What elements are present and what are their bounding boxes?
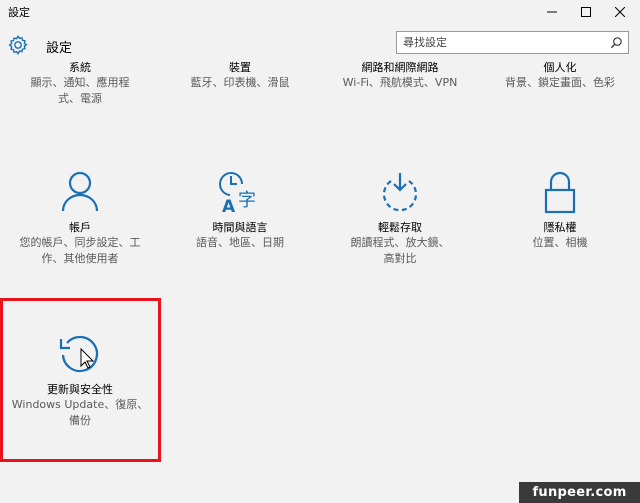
category-name: 輕鬆存取 — [378, 221, 422, 234]
category-ease-of-access[interactable]: 輕鬆存取 朗讀程式、放大鏡、高對比 — [335, 170, 465, 267]
category-desc: Wi-Fi、飛航模式、VPN — [342, 76, 458, 89]
category-privacy[interactable]: 隱私權 位置、相機 — [495, 170, 625, 251]
person-icon — [61, 171, 99, 212]
page-title: 設定 — [46, 41, 73, 56]
maximize-icon — [581, 7, 591, 17]
category-network[interactable]: 網路和網際網路 Wi-Fi、飛航模式、VPN — [330, 60, 470, 91]
category-desc: 位置、相機 — [532, 236, 588, 249]
window-title: 設定 — [8, 6, 30, 19]
category-system[interactable]: 系統 顯示、通知、應用程式、電源 — [20, 60, 140, 107]
category-name: 裝置 — [229, 61, 251, 74]
minimize-icon — [547, 11, 557, 13]
svg-text:A: A — [222, 197, 236, 214]
category-name: 網路和網際網路 — [361, 61, 439, 74]
category-name: 個人化 — [543, 61, 577, 74]
category-name: 帳戶 — [69, 221, 91, 234]
title-bar: 設定 — [0, 0, 640, 24]
time-language-icon: A 字 — [219, 172, 256, 214]
search-input[interactable] — [403, 34, 603, 51]
category-devices[interactable]: 裝置 藍牙、印表機、滑鼠 — [180, 60, 300, 91]
settings-header: 設定 — [0, 28, 640, 64]
category-personalization[interactable]: 個人化 背景、鎖定畫面、色彩 — [490, 60, 630, 91]
category-desc: 藍牙、印表機、滑鼠 — [190, 76, 290, 89]
category-desc: 朗讀程式、放大鏡、高對比 — [350, 236, 450, 265]
category-accounts[interactable]: 帳戶 您的帳戶、同步設定、工作、其他使用者 — [15, 170, 145, 267]
search-box[interactable] — [396, 31, 629, 54]
search-icon[interactable] — [610, 36, 623, 49]
category-name: 隱私權 — [543, 221, 577, 234]
category-desc: 語音、地區、日期 — [196, 236, 284, 249]
highlight-box — [0, 298, 161, 462]
category-desc: 顯示、通知、應用程式、電源 — [30, 76, 130, 105]
category-desc: 背景、鎖定畫面、色彩 — [505, 76, 615, 89]
category-desc: 您的帳戶、同步設定、工作、其他使用者 — [19, 236, 141, 265]
svg-text:字: 字 — [238, 190, 256, 211]
category-name: 系統 — [69, 61, 91, 74]
watermark: funpeer.com — [519, 482, 640, 503]
close-icon — [615, 7, 625, 17]
category-time-language[interactable]: A 字 時間與語言 語音、地區、日期 — [175, 170, 305, 251]
lock-icon — [544, 171, 576, 214]
category-name: 時間與語言 — [212, 221, 268, 234]
gear-icon — [8, 35, 28, 56]
ease-of-access-icon — [382, 173, 418, 212]
close-button[interactable] — [600, 0, 640, 24]
